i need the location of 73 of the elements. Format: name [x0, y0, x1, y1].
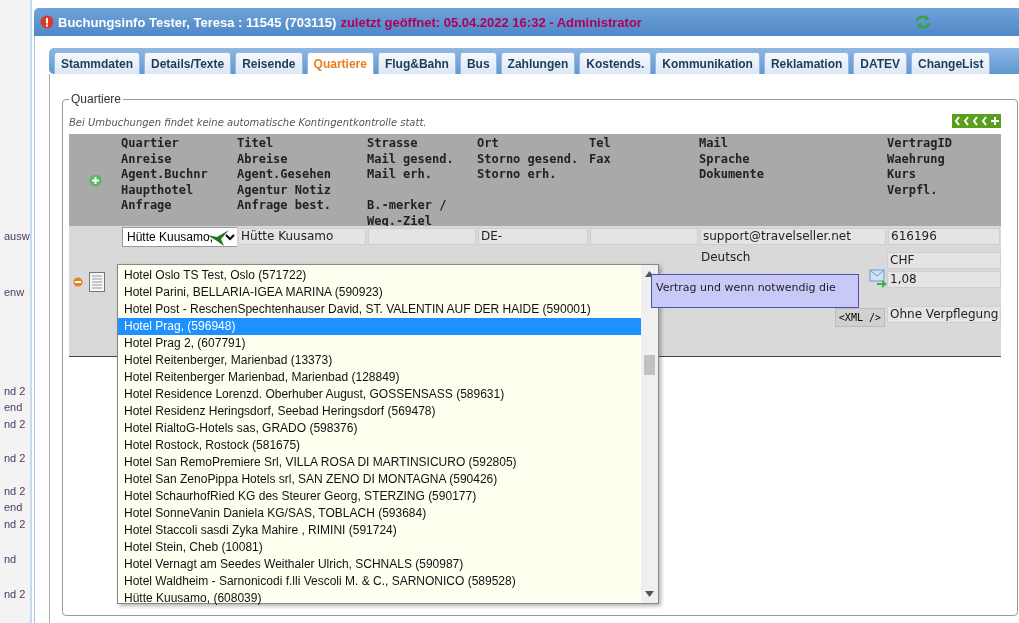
column-header: Ort Storno gesend. Storno erh.: [477, 134, 589, 226]
tab[interactable]: Bus: [459, 52, 497, 74]
warning-icon: [40, 15, 54, 29]
dropdown-option[interactable]: Hotel SchaurhofRied KG des Steurer Georg, STERZING (590177): [118, 488, 641, 505]
scrollbar[interactable]: [641, 265, 658, 603]
language-text: Deutsch: [700, 250, 751, 264]
side-panel-text: nd 2: [4, 588, 26, 600]
info-note: Bei Umbuchungen findet keine automatische Kontingentkontrolle statt.: [69, 117, 427, 128]
column-header: Tel Fax: [589, 134, 699, 226]
tab[interactable]: Kommunikation: [655, 52, 760, 74]
tab[interactable]: Reisende: [235, 52, 303, 74]
table-field[interactable]: support@travelseller.net: [700, 228, 886, 245]
column-arrows-icon[interactable]: [952, 114, 1001, 128]
side-panel-text: nd 2: [4, 518, 26, 530]
side-panel-text: end: [4, 401, 23, 413]
column-header: Quartier Anreise Agent.Buchnr Haupthotel Anfrage: [121, 134, 237, 226]
column-header: VertragID Waehrung Kurs Verpfl.: [887, 134, 1001, 226]
dropdown-option[interactable]: Hotel Reitenberger, Marienbad (13373): [118, 352, 641, 369]
window-title: Buchungsinfo Tester, Teresa : 11545 (703115): [58, 14, 337, 30]
quartier-select[interactable]: Hütte Kuusamo,: [122, 227, 238, 247]
side-panel-text: nd 2: [4, 452, 26, 464]
dropdown-option[interactable]: Hütte Kuusamo, (608039): [118, 590, 641, 607]
board-field[interactable]: Ohne Verpflegung: [887, 306, 1001, 323]
dropdown-option[interactable]: Hotel Prag 2, (607791): [118, 335, 641, 352]
dropdown-option[interactable]: Hotel Stein, Cheb (10081): [118, 539, 641, 556]
tab[interactable]: ChangeList: [911, 52, 991, 74]
xml-button[interactable]: <XML />: [834, 308, 885, 327]
side-panel-text: nd: [4, 553, 17, 565]
tooltip: Vertrag und wenn notwendig die: [651, 274, 859, 308]
column-header: Titel Abreise Agent.Gesehen Agentur Notiz Anfrage best.: [237, 134, 367, 226]
tab[interactable]: Stammdaten: [54, 52, 141, 74]
dropdown-option[interactable]: Hotel Rostock, Rostock (581675): [118, 437, 641, 454]
tab[interactable]: Zahlungen: [500, 52, 576, 74]
chevron-down-icon: [225, 233, 235, 241]
tab[interactable]: Details/Texte: [144, 52, 232, 74]
add-icon[interactable]: [88, 173, 102, 187]
dropdown-option[interactable]: Hotel Reitenberger Marienbad, Marienbad (128849): [118, 369, 641, 386]
remove-icon[interactable]: [73, 277, 83, 287]
dropdown-option[interactable]: Hotel SonneVanin Daniela KG/SAS, TOBLACH (593684): [118, 505, 641, 522]
dropdown-option[interactable]: Hotel San RemoPremiere Srl, VILLA ROSA DI MARTINSICURO (592805): [118, 454, 641, 471]
table-field[interactable]: DE-: [478, 228, 588, 245]
side-panel-text: nd 2: [4, 385, 26, 397]
panel-legend: Quartiere: [69, 92, 124, 106]
side-panel-text: end: [4, 501, 23, 513]
tab[interactable]: Reklamation: [763, 52, 850, 74]
tab[interactable]: Flug&Bahn: [377, 52, 456, 74]
document-icon[interactable]: [89, 272, 105, 292]
dropdown-option[interactable]: Hotel Residence Lorenzd. Oberhuber August, GOSSENSASS (589631): [118, 386, 641, 403]
dropdown-option[interactable]: Hotel Post - ReschenSpechtenhauser David, ST. VALENTIN AUF DER HAIDE (590001): [118, 301, 641, 318]
side-panel-text: nd 2: [4, 418, 26, 430]
column-header: Mail Sprache Dokumente: [699, 134, 887, 226]
dropdown-option[interactable]: Hotel Staccoli sasdi Zyka Mahire , RIMINI (591724): [118, 522, 641, 539]
rate-field[interactable]: 1,08: [887, 271, 1001, 288]
table-field[interactable]: Hütte Kuusamo: [238, 228, 366, 245]
dropdown-option[interactable]: Hotel Parini, BELLARIA-IGEA MARINA (590923): [118, 284, 641, 301]
dropdown-option[interactable]: Hotel San ZenoPippa Hotels srl, SAN ZENO DI MONTAGNA (590426): [118, 471, 641, 488]
dropdown-option[interactable]: Hotel Residenz Heringsdorf, Seebad Heringsdorf (569478): [118, 403, 641, 420]
table-field[interactable]: 616196: [888, 228, 1000, 245]
column-header: Strasse Mail gesend. Mail erh. B.-merker / Weg.-Ziel: [367, 134, 477, 226]
side-panel-text: nd 2: [4, 485, 26, 497]
dropdown-option[interactable]: Hotel Oslo TS Test, Oslo (571722): [118, 267, 641, 284]
currency-field[interactable]: CHF: [887, 252, 1001, 269]
dropdown-option[interactable]: Hotel RialtoG-Hotels sas, GRADO (598376): [118, 420, 641, 437]
dropdown-option[interactable]: Hotel Waldheim - Sarnonicodi f.lli Vescoli M. & C., SARNONICO (589528): [118, 573, 641, 590]
scroll-down-icon[interactable]: [645, 591, 654, 597]
side-panel-text: ausw: [4, 230, 30, 242]
tab[interactable]: DATEV: [853, 52, 908, 74]
tab[interactable]: Kostends.: [579, 52, 652, 74]
last-opened-text: zuletzt geöffnet: 05.04.2022 16:32 - Administrator: [340, 14, 642, 30]
side-panel-text: enw: [4, 286, 25, 298]
scroll-thumb[interactable]: [644, 355, 655, 375]
mail-forward-icon[interactable]: [869, 268, 887, 288]
dropdown-option[interactable]: Hotel Vernagt am Seedes Weithaler Ulrich, SCHNALS (590987): [118, 556, 641, 573]
